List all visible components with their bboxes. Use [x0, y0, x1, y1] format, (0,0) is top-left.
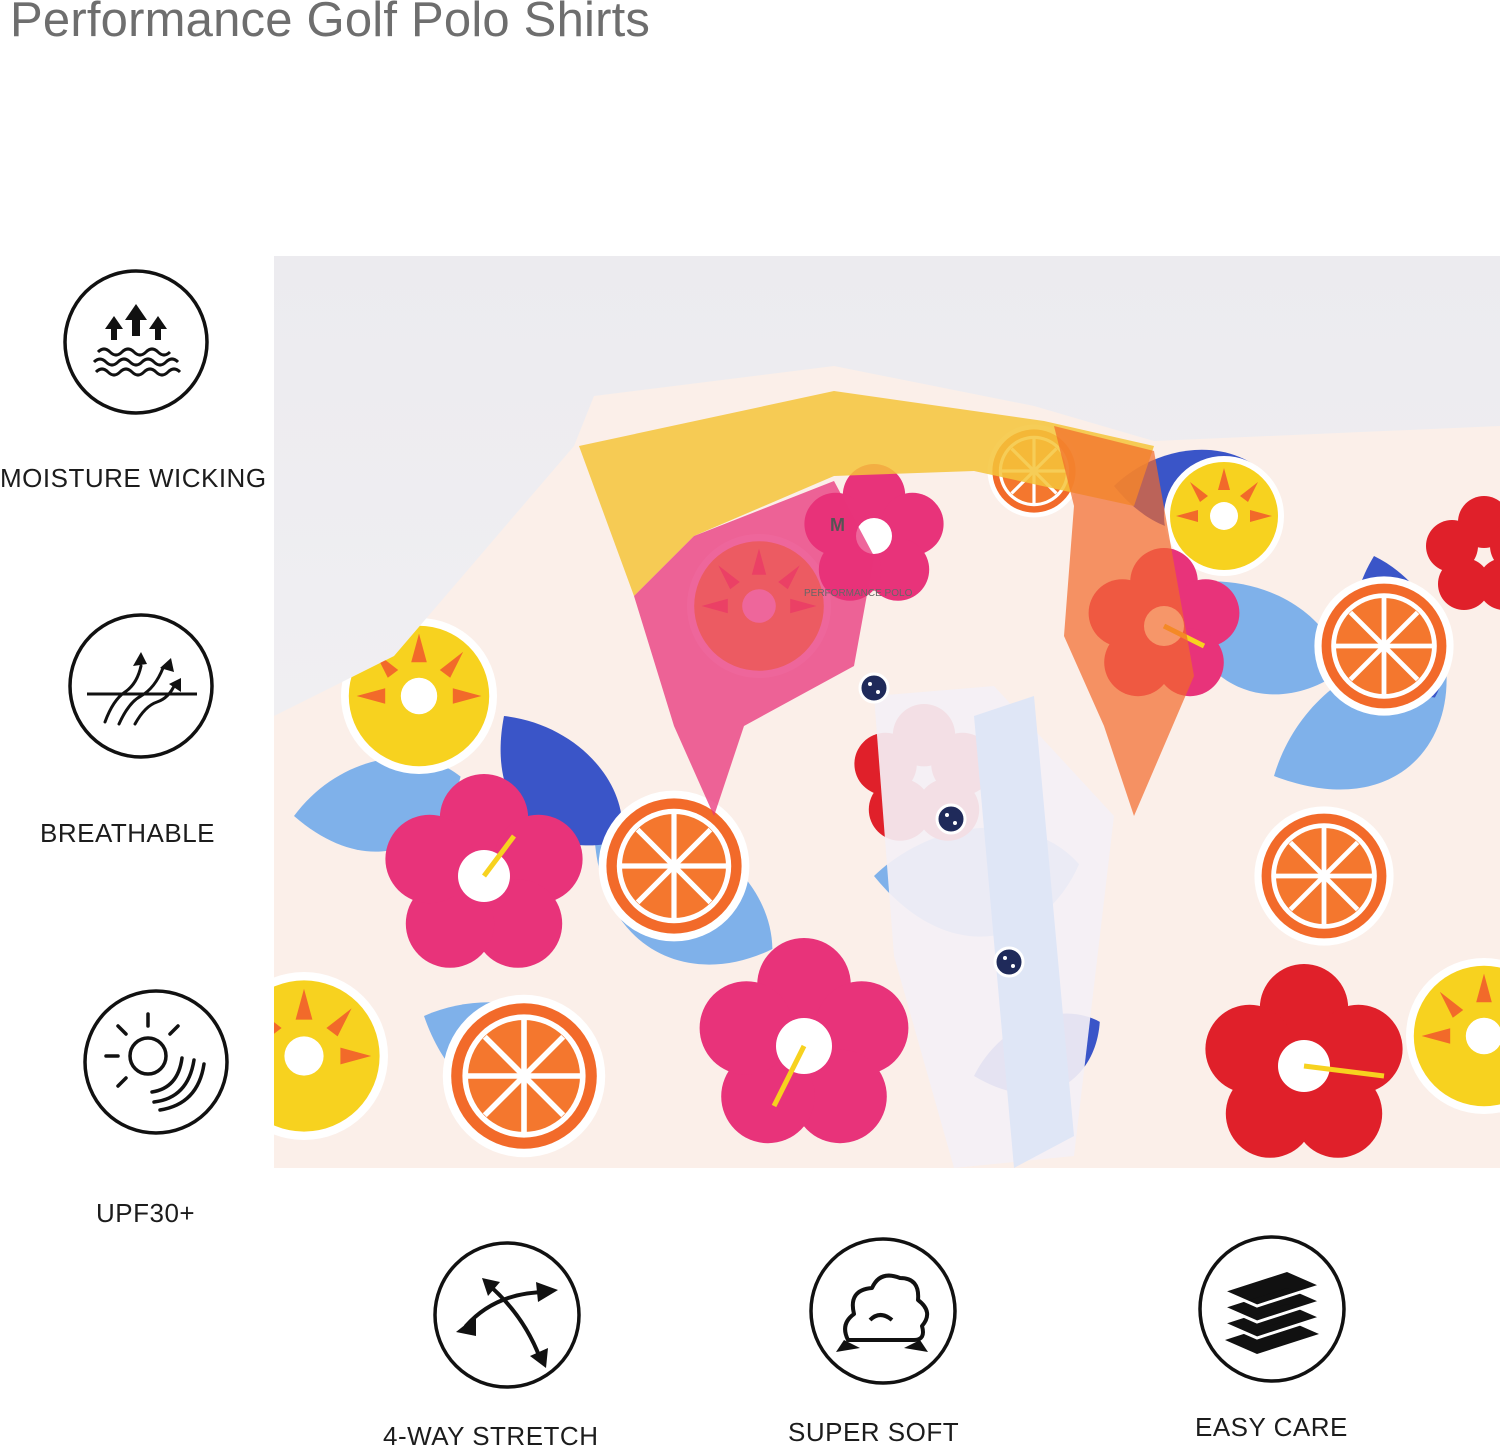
svg-text:PERFORMANCE POLO: PERFORMANCE POLO: [804, 588, 913, 599]
feature-label-breathable: BREATHABLE: [40, 818, 216, 848]
sun-protection-icon: [82, 988, 230, 1141]
moisture-wicking-icon: [62, 268, 210, 421]
stretch-arrows-icon: [432, 1240, 582, 1395]
feature-label-easy-care: EASY CARE: [1195, 1412, 1348, 1442]
feature-label-upf: UPF30+: [96, 1198, 196, 1228]
svg-text:M: M: [830, 515, 845, 535]
feature-label-4-way-stretch: 4-WAY STRETCH: [383, 1421, 599, 1451]
page-title: Performance Golf Polo Shirts: [10, 0, 651, 47]
feature-label-super-soft: SUPER SOFT: [788, 1417, 960, 1447]
layers-icon: [1197, 1234, 1347, 1389]
cotton-soft-icon: [808, 1236, 958, 1391]
feature-label-moisture-wicking: MOISTURE WICKING: [0, 463, 267, 493]
breathable-icon: [67, 612, 215, 765]
tropical-print-polo-collar-photo: M PERFORMANCE POLO: [274, 256, 1500, 1168]
